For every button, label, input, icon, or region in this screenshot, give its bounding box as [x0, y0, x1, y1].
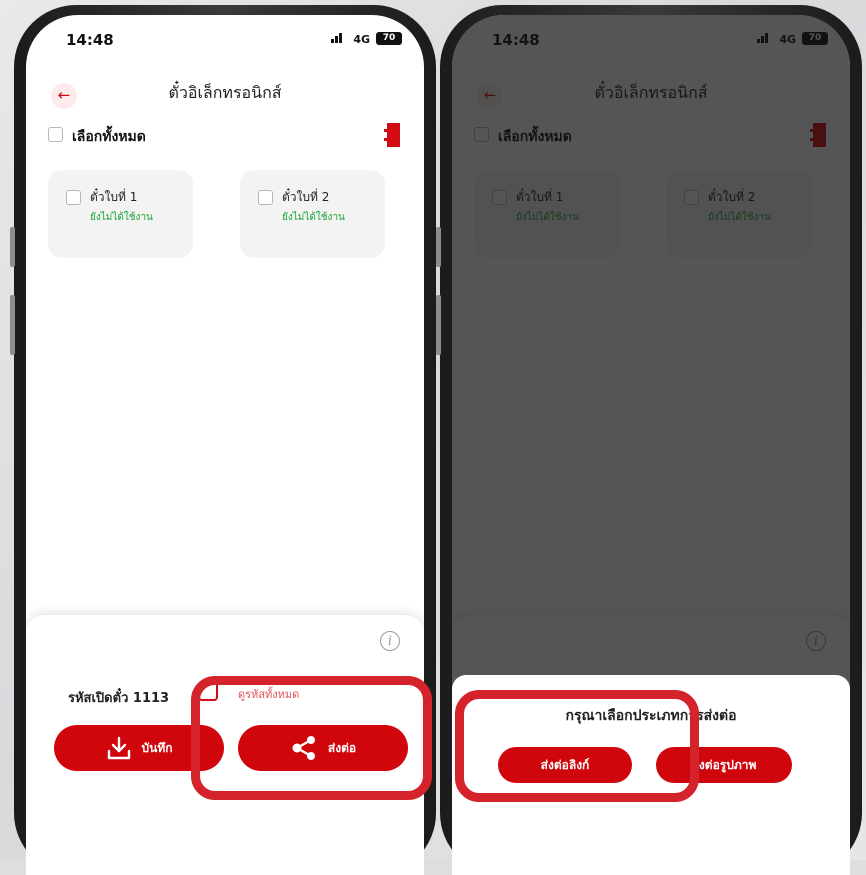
ticket-checkbox[interactable] [66, 190, 81, 205]
select-all-label: เลือกทั้งหมด [72, 129, 146, 145]
select-all-checkbox[interactable] [48, 127, 63, 142]
ticket-status: ยังไม่ได้ใช้งาน [90, 212, 153, 223]
download-icon [107, 736, 130, 760]
highlight-share-link-button [455, 690, 699, 802]
page-title: ตั๋วอิเล็กทรอนิกส์ [168, 83, 282, 102]
status-time: 14:48 [66, 31, 114, 49]
ticket-status: ยังไม่ได้ใช้งาน [282, 212, 345, 223]
ticket-card-1[interactable]: ตั๋วใบที่ 1 ยังไม่ได้ใช้งาน [48, 170, 193, 258]
highlight-share-button [191, 676, 432, 800]
open-code-label: รหัสเปิดตั๋ว 1113 [68, 691, 170, 706]
volume-button [436, 295, 441, 355]
ticket-name: ตั๋วใบที่ 2 [282, 190, 330, 204]
volume-button [10, 227, 15, 267]
app-header: ← ตั๋วอิเล็กทรอนิกส์ [26, 77, 424, 109]
select-all-row[interactable]: เลือกทั้งหมด [48, 121, 402, 151]
ticket-name: ตั๋วใบที่ 1 [90, 190, 138, 204]
status-bar: 14:48 4G 70 [26, 25, 424, 51]
battery-icon: 70 [376, 32, 402, 45]
info-icon[interactable]: i [380, 631, 400, 651]
ticket-checkbox[interactable] [258, 190, 273, 205]
signal-icon [331, 33, 342, 43]
ticket-icon[interactable] [384, 123, 400, 147]
ticket-card-2[interactable]: ตั๋วใบที่ 2 ยังไม่ได้ใช้งาน [240, 170, 385, 258]
network-label: 4G [353, 33, 370, 46]
share-image-label: ส่งต่อรูปภาพ [691, 757, 757, 772]
volume-button [436, 227, 441, 267]
volume-button [10, 295, 15, 355]
save-label: บันทึก [141, 740, 173, 755]
